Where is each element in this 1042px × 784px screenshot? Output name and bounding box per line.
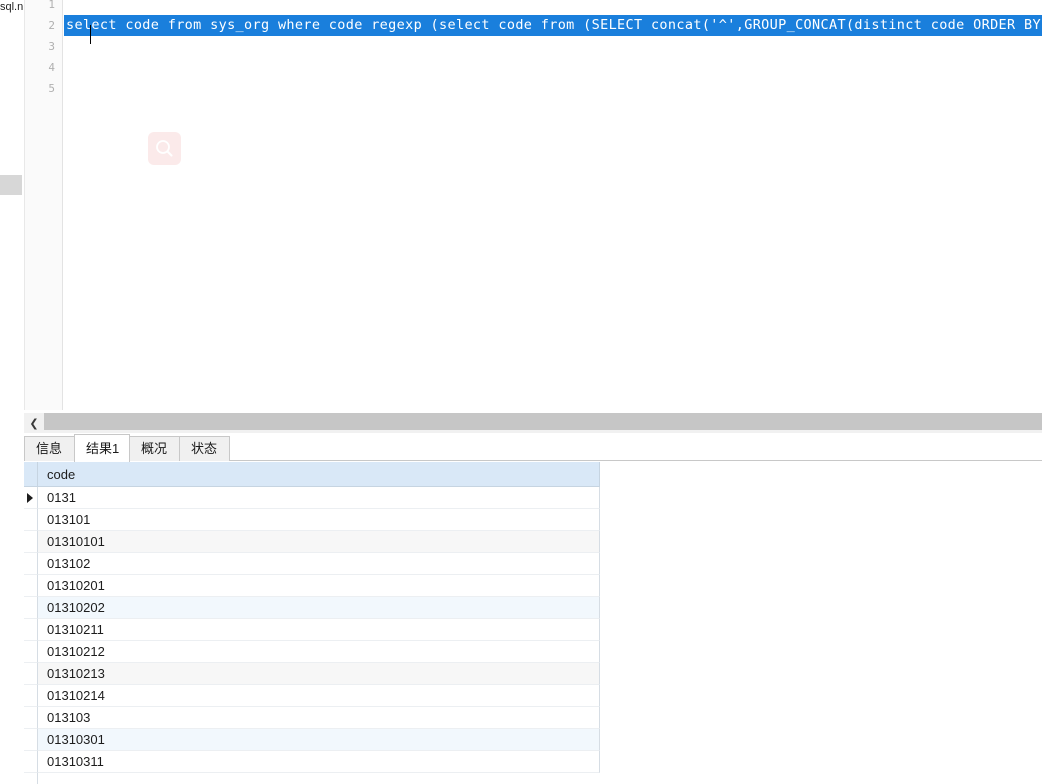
row-selector-cell[interactable]: [24, 531, 38, 553]
table-row[interactable]: 01310211: [24, 619, 1042, 641]
row-selector-cell[interactable]: [24, 553, 38, 575]
row-selector-cell[interactable]: [24, 487, 38, 509]
table-row[interactable]: 01310202: [24, 597, 1042, 619]
column-header-code[interactable]: code: [38, 462, 600, 487]
table-cell-code[interactable]: 01310311: [38, 751, 600, 773]
table-row[interactable]: 01310214: [24, 685, 1042, 707]
table-row[interactable]: 01310101: [24, 531, 1042, 553]
scrollbar-thumb[interactable]: [44, 413, 1042, 430]
result-tab-4[interactable]: 状态: [179, 436, 230, 461]
table-row[interactable]: 013102: [24, 553, 1042, 575]
table-row[interactable]: 01310212: [24, 641, 1042, 663]
grid-header-corner: [24, 462, 38, 487]
result-tabstrip: 信息 结果1 概况 状态: [24, 434, 1042, 462]
result-tab-2[interactable]: 结果1: [74, 434, 130, 462]
line-number-gutter: 1 2 3 4 5: [25, 0, 63, 410]
table-cell-code[interactable]: 01310211: [38, 619, 600, 641]
table-row[interactable]: 01310301: [24, 729, 1042, 751]
scroll-left-chevron-icon[interactable]: ❮: [24, 413, 44, 433]
line-number: 2: [48, 19, 55, 32]
table-cell-code[interactable]: 013103: [38, 707, 600, 729]
table-cell-code[interactable]: 013101: [38, 509, 600, 531]
table-row[interactable]: 013103: [24, 707, 1042, 729]
document-tab-title[interactable]: sql.n: [0, 0, 24, 15]
table-cell-code[interactable]: 01310301: [38, 729, 600, 751]
table-cell-code[interactable]: 01310202: [38, 597, 600, 619]
row-selector-cell[interactable]: [24, 707, 38, 729]
table-row[interactable]: 0131: [24, 487, 1042, 509]
table-cell-code[interactable]: 01310101: [38, 531, 600, 553]
table-row[interactable]: 01310311: [24, 751, 1042, 773]
table-cell-code[interactable]: 01310212: [38, 641, 600, 663]
left-panel-strip: sql.n: [0, 0, 24, 410]
code-line-selected[interactable]: select code from sys_org where code rege…: [64, 15, 1042, 36]
table-row[interactable]: 013101: [24, 509, 1042, 531]
table-cell-code[interactable]: 01310214: [38, 685, 600, 707]
table-cell-code[interactable]: 01310213: [38, 663, 600, 685]
line-number: 4: [48, 61, 55, 74]
row-selector-cell[interactable]: [24, 729, 38, 751]
sql-client-window: sql.n 1 2 3 4 5 select code from sys_org whe…: [0, 0, 1042, 784]
table-cell-code[interactable]: 013102: [38, 553, 600, 575]
row-selector-cell[interactable]: [24, 575, 38, 597]
table-cell-code[interactable]: 0131: [38, 487, 600, 509]
collapsed-panel-block[interactable]: [0, 175, 22, 195]
row-selector-cell[interactable]: [24, 597, 38, 619]
row-selector-cell[interactable]: [24, 641, 38, 663]
line-number: 5: [48, 82, 55, 95]
search-icon: [148, 132, 181, 165]
code-area[interactable]: select code from sys_org where code rege…: [64, 0, 1042, 410]
line-number: 3: [48, 40, 55, 53]
table-row[interactable]: 01310213: [24, 663, 1042, 685]
table-cell-code[interactable]: 01310201: [38, 575, 600, 597]
result-tab-3[interactable]: 概况: [129, 436, 180, 461]
line-number: 1: [48, 0, 55, 11]
row-selector-cell[interactable]: [24, 751, 38, 773]
row-selector-cell[interactable]: [24, 619, 38, 641]
result-grid[interactable]: code 0131 013101 01310101 013102 01310201 013…: [24, 462, 1042, 784]
row-selector-cell[interactable]: [24, 509, 38, 531]
result-tab-1[interactable]: 信息: [24, 436, 75, 461]
editor-horizontal-scrollbar[interactable]: ❮: [24, 413, 1042, 433]
sql-editor[interactable]: 1 2 3 4 5 select code from sys_org where cod…: [24, 0, 1042, 410]
row-selector-cell[interactable]: [24, 663, 38, 685]
text-caret: [90, 25, 91, 44]
table-row[interactable]: 01310201: [24, 575, 1042, 597]
row-selector-cell[interactable]: [24, 685, 38, 707]
current-row-marker-icon: [27, 493, 33, 503]
